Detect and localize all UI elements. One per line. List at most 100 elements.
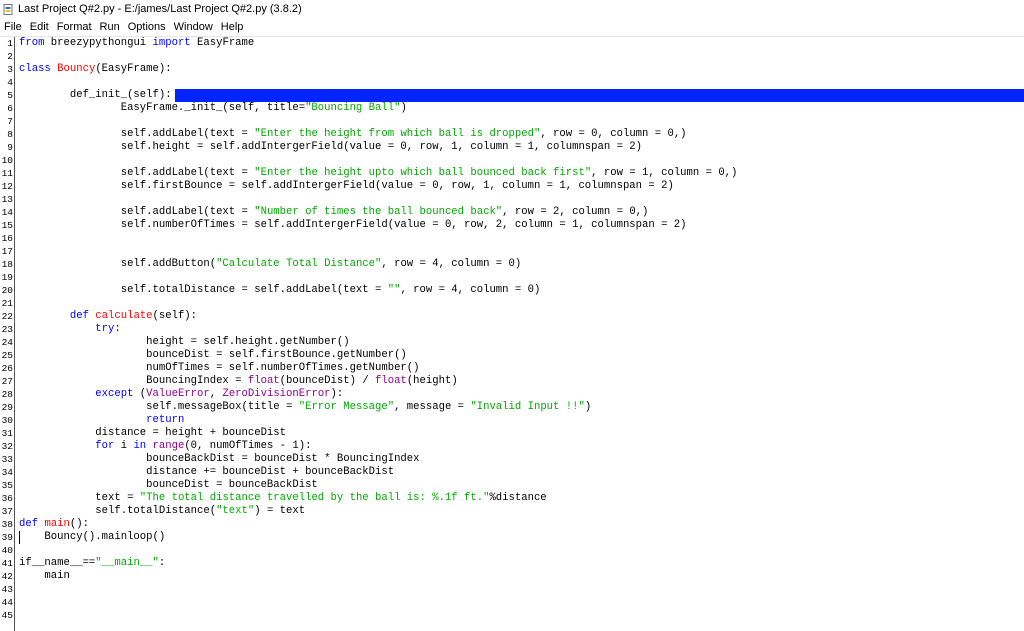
code-text[interactable]: def_init_(self): [19,89,172,102]
code-text[interactable]: distance += bounceDist + bounceBackDist [19,466,394,479]
code-token: "Calculate Total Distance" [216,258,382,270]
line-number: 45 [1,610,13,621]
line-number: 20 [1,285,13,296]
code-token: for [95,440,115,452]
code-text[interactable]: for i in range(0, numOfTimes - 1): [19,440,311,453]
menu-format[interactable]: Format [53,21,96,33]
code-text[interactable]: if__name__=="__main__": [19,557,165,570]
code-text[interactable]: class Bouncy(EasyFrame): [19,63,172,76]
code-token: self.addLabel(text = [19,206,255,218]
code-token: self.height = self.addIntergerField(valu… [19,141,643,153]
code-text[interactable]: distance = height + bounceDist [19,427,286,440]
code-text[interactable]: self.addLabel(text = "Enter the height u… [19,167,738,180]
code-text[interactable]: numOfTimes = self.numberOfTimes.getNumbe… [19,362,419,375]
code-token: bounceDist = bounceBackDist [19,479,318,491]
code-token: , row = 4, column = 0) [400,284,541,296]
code-text[interactable]: self.numberOfTimes = self.addIntergerFie… [19,219,687,232]
code-text[interactable]: def main(): [19,518,89,531]
code-text[interactable]: self.firstBounce = self.addIntergerField… [19,180,674,193]
code-editor[interactable]: 1 from breezypythongui import EasyFrame 2 3… [0,37,1024,631]
code-token: EasyFrame [190,37,255,49]
line-number: 29 [1,402,13,413]
code-token: breezypythongui [44,37,153,49]
line-number: 15 [1,220,13,231]
code-token: class [19,63,51,75]
code-text[interactable]: from breezypythongui import EasyFrame [19,37,254,50]
code-text[interactable]: try: [19,323,120,336]
code-token: try [95,323,115,335]
code-text[interactable]: self.addButton("Calculate Total Distance… [19,258,522,271]
code-token: def_init_(self): [19,89,172,101]
line-number: 23 [1,324,13,335]
line-number: 26 [1,363,13,374]
code-text[interactable]: return [19,414,184,427]
code-text[interactable]: except (ValueError, ZeroDivisionError): [19,388,343,401]
code-token: BouncingIndex = [19,375,248,387]
code-token: in [133,440,147,452]
line-number: 18 [1,259,13,270]
code-text[interactable]: BouncingIndex = float(bounceDist) / floa… [19,375,458,388]
code-token: bounceBackDist = bounceDist * BouncingIn… [19,453,420,465]
line-number: 1 [7,38,13,49]
code-text[interactable]: self.totalDistance = self.addLabel(text … [19,284,541,297]
code-text[interactable]: text = "The total distance travelled by … [19,492,546,505]
line-number: 6 [7,103,13,114]
line-number: 16 [1,233,13,244]
menu-file[interactable]: File [0,21,26,33]
code-token: ) [400,102,407,114]
code-token: "" [387,284,401,296]
code-token: return [146,414,185,426]
code-text[interactable]: self.messageBox(title = "Error Message",… [19,401,591,414]
line-number: 9 [7,142,13,153]
menu-options[interactable]: Options [124,21,170,33]
line-number: 31 [1,428,13,439]
code-token: : [158,557,166,569]
line-number: 37 [1,506,13,517]
line-number: 33 [1,454,13,465]
code-token: i [114,440,134,452]
code-text[interactable]: bounceDist = self.firstBounce.getNumber(… [19,349,407,362]
code-text[interactable]: self.addLabel(text = "Number of times th… [19,206,649,219]
code-token: EasyFrame._init_(self, title= [19,102,306,114]
code-text[interactable]: Bouncy().mainloop() [19,531,165,544]
code-token: main [44,518,70,530]
menu-help[interactable]: Help [217,21,248,33]
code-text[interactable]: height = self.height.getNumber() [19,336,349,349]
line-number: 12 [1,181,13,192]
line-number: 13 [1,194,13,205]
code-token: distance = height + bounceDist [19,427,287,439]
code-token: if__name__== [19,557,96,569]
code-token: (self): [152,310,198,322]
code-token: ) = text [254,505,306,517]
code-text[interactable]: EasyFrame._init_(self, title="Bouncing B… [19,102,407,115]
code-text[interactable]: self.height = self.addIntergerField(valu… [19,141,642,154]
line-number: 43 [1,584,13,595]
code-token: ( [133,388,147,400]
code-text[interactable]: main [19,570,70,583]
code-token: ): [330,388,344,400]
code-token: Bouncy [57,63,96,75]
code-token: float [247,375,280,387]
code-text[interactable]: def calculate(self): [19,310,197,323]
code-text[interactable]: self.addLabel(text = "Enter the height f… [19,128,687,141]
code-text[interactable]: self.totalDistance("text") = text [19,505,305,518]
code-text[interactable]: bounceDist = bounceBackDist [19,479,318,492]
code-token: (): [69,518,89,530]
line-number: 38 [1,519,13,530]
code-token: def [19,518,39,530]
menu-edit[interactable]: Edit [26,21,53,33]
menu-run[interactable]: Run [96,21,124,33]
line-number: 44 [1,597,13,608]
line-number: 8 [7,129,13,140]
line-number: 30 [1,415,13,426]
line-number: 14 [1,207,13,218]
code-token: text = [19,492,140,504]
line-number: 17 [1,246,13,257]
line-number: 21 [1,298,13,309]
code-token: float [375,375,407,387]
code-token: main [19,570,70,582]
code-token: range [152,440,185,452]
menu-window[interactable]: Window [170,21,217,33]
code-text[interactable]: bounceBackDist = bounceDist * BouncingIn… [19,453,420,466]
